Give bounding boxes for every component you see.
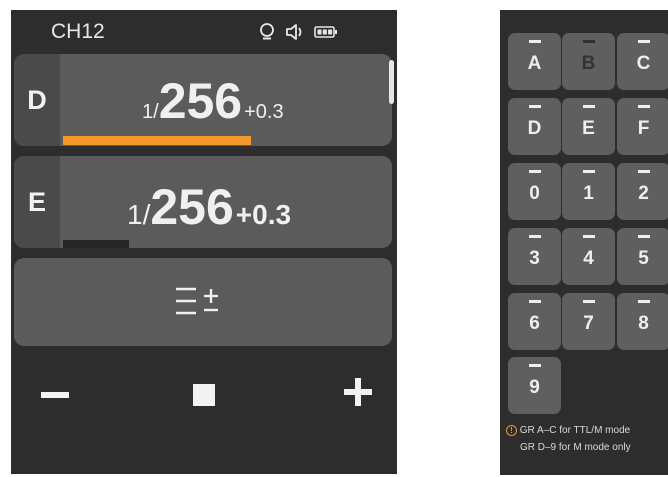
modeling-lamp-icon [258, 23, 276, 41]
key-dash [529, 235, 541, 238]
key-label: D [527, 118, 542, 139]
power-readout: 1/ 256 +0.3 [142, 72, 284, 146]
group-key-b[interactable]: B [562, 33, 615, 90]
power-level-fill [63, 136, 252, 145]
key-dash [529, 300, 541, 303]
key-label: 4 [583, 248, 594, 269]
key-dash [529, 364, 541, 367]
key-label: 9 [529, 377, 540, 398]
key-dash [583, 235, 595, 238]
menu-adjust-button[interactable] [14, 258, 392, 346]
key-label: 5 [638, 248, 649, 269]
group-key-4[interactable]: 4 [562, 228, 615, 285]
key-label: 8 [638, 313, 649, 334]
power-value: 256 [150, 179, 234, 235]
group-key-c[interactable]: C [617, 33, 668, 90]
power-prefix: 1/ [142, 101, 159, 123]
group-key-2[interactable]: 2 [617, 163, 668, 220]
status-bar: CH12 [11, 10, 397, 52]
key-label: B [581, 53, 596, 74]
plus-icon[interactable] [344, 378, 372, 406]
key-label: 7 [583, 313, 594, 334]
key-dash [638, 170, 650, 173]
group-key-a[interactable]: A [508, 33, 561, 90]
group-label: E [14, 156, 60, 248]
compensation-value: +0.3 [244, 101, 284, 123]
power-readout: 1/ 256 +0.3 [127, 178, 291, 248]
group-key-6[interactable]: 6 [508, 293, 561, 350]
power-value: 256 [158, 73, 243, 129]
key-label: F [637, 118, 650, 139]
key-label: 2 [638, 183, 649, 204]
power-prefix: 1/ [127, 199, 151, 230]
key-label: 1 [583, 183, 594, 204]
key-dash [583, 300, 595, 303]
key-dash [529, 170, 541, 173]
key-dash [638, 235, 650, 238]
key-label: 6 [529, 313, 540, 334]
menu-adjust-icon [170, 282, 234, 327]
group-keypad-screen: A B C D E F 0 1 2 3 4 5 6 7 8 9 ! GR A–C for TTL/M mode… [500, 10, 668, 475]
key-label: 3 [529, 248, 540, 269]
group-key-7[interactable]: 7 [562, 293, 615, 350]
battery-icon [314, 25, 338, 39]
key-dash [638, 300, 650, 303]
key-label: 0 [529, 183, 540, 204]
key-dash [583, 105, 595, 108]
group-key-5[interactable]: 5 [617, 228, 668, 285]
scrollbar[interactable] [389, 60, 394, 104]
group-key-8[interactable]: 8 [617, 293, 668, 350]
group-key-9[interactable]: 9 [508, 357, 561, 414]
stop-icon[interactable] [193, 384, 215, 406]
speaker-icon [285, 23, 305, 41]
power-level-fill [63, 240, 129, 248]
group-key-3[interactable]: 3 [508, 228, 561, 285]
key-dash [529, 40, 541, 43]
minus-icon[interactable] [41, 392, 69, 398]
mode-notes: ! GR A–C for TTL/M mode GR D–9 for M mod… [506, 422, 631, 456]
group-key-0[interactable]: 0 [508, 163, 561, 220]
status-icons [258, 23, 338, 41]
info-icon: ! [506, 424, 517, 436]
flash-control-screen: CH12 D 1/ 256 +0.3 E 1/ 256 +0.3 [11, 10, 397, 474]
note-text-1: GR A–C for TTL/M mode [519, 425, 631, 436]
key-dash [638, 105, 650, 108]
group-key-e[interactable]: E [562, 98, 615, 155]
key-label: E [582, 118, 595, 139]
note-line-1: ! GR A–C for TTL/M mode [506, 422, 631, 439]
group-key-d[interactable]: D [508, 98, 561, 155]
power-level-bar [63, 136, 392, 145]
bottom-controls [11, 348, 397, 474]
key-dash [638, 40, 650, 43]
key-dash [529, 105, 541, 108]
group-key-1[interactable]: 1 [562, 163, 615, 220]
group-label: D [14, 54, 60, 146]
group-key-f[interactable]: F [617, 98, 668, 155]
key-label: C [636, 53, 651, 74]
key-dash [583, 40, 595, 43]
channel-label: CH12 [51, 20, 105, 43]
power-level-bar [63, 240, 392, 248]
key-dash [583, 170, 595, 173]
note-line-2: GR D–9 for M mode only [520, 442, 631, 453]
compensation-value: +0.3 [235, 199, 292, 230]
key-label: A [527, 53, 542, 74]
group-row-e[interactable]: E 1/ 256 +0.3 [14, 156, 392, 248]
group-row-d[interactable]: D 1/ 256 +0.3 [14, 54, 392, 146]
